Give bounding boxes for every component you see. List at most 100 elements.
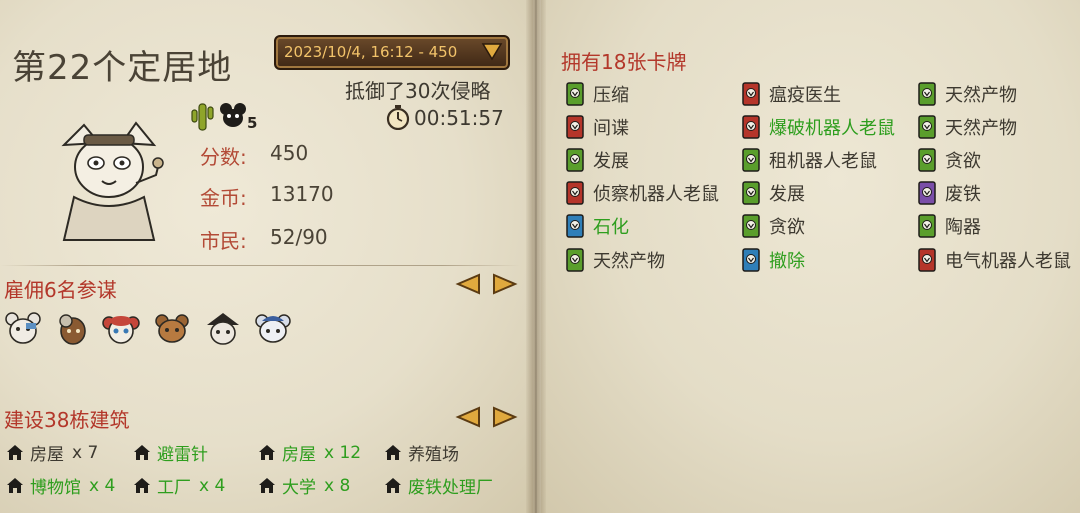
next-arrow-icon[interactable] — [492, 406, 518, 428]
advisor-portrait[interactable] — [54, 309, 92, 347]
card-entry[interactable]: 发展 — [742, 180, 805, 206]
card-icon — [918, 148, 936, 172]
elapsed-time: 00:51:57 — [414, 106, 504, 130]
card-entry[interactable]: 压缩 — [566, 81, 629, 107]
card-icon — [566, 115, 584, 139]
building-entry: 房屋 x 7 — [6, 440, 98, 465]
card-name: 石化 — [593, 217, 629, 238]
settlement-title: 第22个定居地 — [12, 48, 233, 88]
house-icon — [134, 445, 150, 460]
dropdown-triangle-icon — [481, 43, 503, 61]
card-name: 天然产物 — [945, 85, 1017, 106]
card-name: 间谍 — [593, 118, 629, 139]
card-name: 电气机器人老鼠 — [945, 251, 1071, 272]
card-icon — [918, 248, 936, 272]
badge-count: 5 — [247, 114, 258, 132]
card-name: 贪欲 — [945, 151, 981, 172]
prev-arrow-icon[interactable] — [455, 273, 481, 295]
book-spine — [526, 0, 546, 513]
card-entry[interactable]: 天然产物 — [566, 247, 665, 273]
advisor-portrait[interactable] — [254, 309, 292, 347]
game-journal: 第22个定居地 2023/10/4, 16:12 - 450 抵御了30次侵略 … — [0, 0, 1080, 513]
card-entry[interactable]: 天然产物 — [918, 81, 1017, 107]
house-icon — [385, 445, 401, 460]
card-name: 发展 — [593, 151, 629, 172]
card-icon — [742, 82, 760, 106]
building-entry: 工厂 x 4 — [133, 473, 225, 498]
advisor-portrait[interactable] — [102, 309, 140, 347]
score-label: 分数: — [200, 145, 247, 169]
card-entry[interactable]: 租机器人老鼠 — [742, 147, 877, 173]
card-icon — [566, 82, 584, 106]
divider — [0, 265, 520, 266]
card-name: 侦察机器人老鼠 — [593, 184, 719, 205]
date-dropdown[interactable]: 2023/10/4, 16:12 - 450 — [274, 35, 510, 70]
card-name: 废铁 — [945, 184, 981, 205]
prev-arrow-icon[interactable] — [455, 406, 481, 428]
building-name: 废铁处理厂 — [408, 478, 493, 498]
card-entry[interactable]: 电气机器人老鼠 — [918, 247, 1071, 273]
house-icon — [259, 445, 275, 460]
card-icon — [918, 82, 936, 106]
card-entry[interactable]: 发展 — [566, 147, 629, 173]
card-entry[interactable]: 侦察机器人老鼠 — [566, 180, 719, 206]
advisor-portrait[interactable] — [153, 309, 191, 347]
date-label: 2023/10/4, 16:12 - 450 — [284, 43, 458, 61]
building-entry: 废铁处理厂 — [384, 473, 493, 498]
card-entry[interactable]: 爆破机器人老鼠 — [742, 114, 895, 140]
building-count: x 7 — [72, 442, 99, 463]
card-entry[interactable]: 瘟疫医生 — [742, 81, 841, 107]
card-entry[interactable]: 天然产物 — [918, 114, 1017, 140]
citizens-label: 市民: — [200, 229, 247, 253]
card-entry[interactable]: 贪欲 — [918, 147, 981, 173]
card-icon — [566, 148, 584, 172]
building-name: 养殖场 — [408, 445, 459, 465]
card-name: 租机器人老鼠 — [769, 151, 877, 172]
card-icon — [918, 181, 936, 205]
card-name: 贪欲 — [769, 217, 805, 238]
building-name: 大学 — [282, 478, 316, 498]
card-entry[interactable]: 陶器 — [918, 213, 981, 239]
house-icon — [7, 478, 23, 493]
building-count: x 4 — [199, 475, 226, 496]
house-icon — [7, 445, 23, 460]
card-icon — [742, 115, 760, 139]
building-name: 避雷针 — [157, 445, 208, 465]
card-icon — [566, 214, 584, 238]
card-icon — [742, 248, 760, 272]
building-name: 博物馆 — [30, 478, 81, 498]
next-arrow-icon[interactable] — [492, 273, 518, 295]
building-entry: 大学 x 8 — [258, 473, 350, 498]
building-name: 工厂 — [157, 478, 191, 498]
building-count: x 4 — [89, 475, 116, 496]
advisor-portrait[interactable] — [4, 309, 42, 347]
card-name: 爆破机器人老鼠 — [769, 118, 895, 139]
card-icon — [566, 181, 584, 205]
house-icon — [259, 478, 275, 493]
building-entry: 房屋 x 12 — [258, 440, 361, 465]
card-icon — [918, 214, 936, 238]
house-icon — [385, 478, 401, 493]
card-entry[interactable]: 废铁 — [918, 180, 981, 206]
card-entry[interactable]: 间谍 — [566, 114, 629, 140]
cactus-icon — [191, 103, 214, 131]
building-entry: 养殖场 — [384, 440, 459, 465]
card-icon — [742, 148, 760, 172]
buildings-heading: 建设38栋建筑 — [4, 408, 130, 432]
building-entry: 避雷针 — [133, 440, 208, 465]
building-name: 房屋 — [282, 445, 316, 465]
advisors-heading: 雇佣6名参谋 — [4, 278, 117, 302]
citizens-value: 52/90 — [270, 225, 328, 249]
mouse-head-icon — [220, 103, 246, 127]
building-count: x 8 — [324, 475, 351, 496]
house-icon — [134, 478, 150, 493]
cards-heading: 拥有18张卡牌 — [561, 50, 687, 74]
card-name: 瘟疫医生 — [769, 85, 841, 106]
card-entry[interactable]: 贪欲 — [742, 213, 805, 239]
advisor-portrait[interactable] — [204, 309, 242, 347]
card-entry[interactable]: 撤除 — [742, 247, 805, 273]
card-icon — [566, 248, 584, 272]
card-entry[interactable]: 石化 — [566, 213, 629, 239]
card-name: 陶器 — [945, 217, 981, 238]
building-count: x 12 — [324, 442, 362, 463]
